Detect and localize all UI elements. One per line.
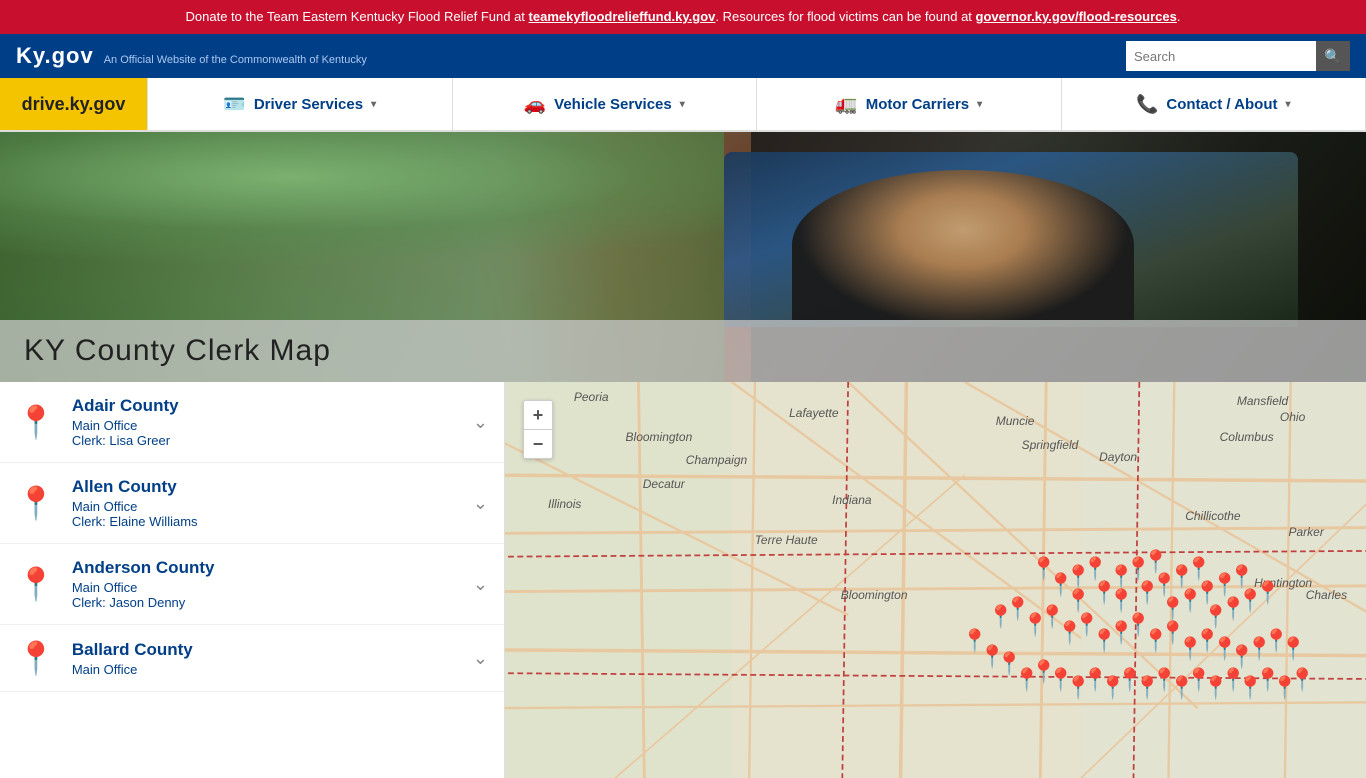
map-pin[interactable]: 📍 xyxy=(1254,580,1281,606)
driver-services-chevron: ▾ xyxy=(371,99,376,110)
nav-item-driver-services[interactable]: 🪪 Driver Services ▾ xyxy=(148,78,453,130)
county-sub1: Main Office xyxy=(72,580,465,595)
county-sub2: Clerk: Lisa Greer xyxy=(72,433,465,448)
county-item[interactable]: 📍 Adair County Main Office Clerk: Lisa G… xyxy=(0,382,504,463)
kygov-tagline: An Official Website of the Commonwealth … xyxy=(104,54,367,66)
map-pin[interactable]: 📍 xyxy=(1289,667,1316,693)
kygov-header-left: Ky.gov An Official Website of the Common… xyxy=(16,43,367,69)
map-city-label: Dayton xyxy=(1099,450,1137,464)
map-city-label: Bloomington xyxy=(841,588,908,602)
search-button[interactable]: 🔍 xyxy=(1316,41,1350,71)
contact-about-icon: 📞 xyxy=(1136,94,1158,115)
map-city-label: Parker xyxy=(1289,525,1324,539)
county-info: Ballard County Main Office xyxy=(72,640,465,677)
county-sub1: Main Office xyxy=(72,662,465,677)
map-city-label: Decatur xyxy=(643,477,685,491)
nav-item-vehicle-services-label: Vehicle Services xyxy=(554,96,672,113)
zoom-in-button[interactable]: + xyxy=(524,401,552,429)
county-name: Allen County xyxy=(72,477,465,497)
county-name: Adair County xyxy=(72,396,465,416)
map-city-label: Champaign xyxy=(686,453,747,467)
map-pin[interactable]: 📍 xyxy=(1185,556,1212,582)
hero-title: KY County Clerk Map xyxy=(24,334,1342,368)
kygov-header: Ky.gov An Official Website of the Common… xyxy=(0,34,1366,78)
main-content: 📍 Adair County Main Office Clerk: Lisa G… xyxy=(0,382,1366,778)
hero-title-area: KY County Clerk Map xyxy=(0,320,1366,382)
flood-banner-text-after: . xyxy=(1177,9,1181,24)
county-pin-icon: 📍 xyxy=(16,484,56,522)
map-city-label: Terre Haute xyxy=(755,533,818,547)
county-item[interactable]: 📍 Allen County Main Office Clerk: Elaine… xyxy=(0,463,504,544)
nav-item-motor-carriers-label: Motor Carriers xyxy=(866,96,969,113)
map-zoom-controls: + − xyxy=(523,400,553,459)
nav-items: 🪪 Driver Services ▾ 🚗 Vehicle Services ▾… xyxy=(148,78,1366,130)
map-pin[interactable]: 📍 xyxy=(1142,549,1169,575)
flood-relief-link[interactable]: teamekyfloodrelieffund.ky.gov xyxy=(529,9,716,24)
nav-item-contact-about-label: Contact / About xyxy=(1166,96,1277,113)
motor-carriers-icon: 🚛 xyxy=(835,94,857,115)
site-logo[interactable]: drive.ky.gov xyxy=(0,78,148,130)
map-city-label: Bloomington xyxy=(626,430,693,444)
map-city-label: Illinois xyxy=(548,497,581,511)
county-expand-chevron[interactable]: ⌄ xyxy=(473,493,488,514)
map-city-label: Lafayette xyxy=(789,406,838,420)
map-area: Peoria Mansfield Bloomington Lafayette Munci… xyxy=(505,382,1366,778)
county-name: Anderson County xyxy=(72,558,465,578)
vehicle-services-chevron: ▾ xyxy=(680,99,685,110)
kygov-logo[interactable]: Ky.gov xyxy=(16,43,94,69)
county-info: Adair County Main Office Clerk: Lisa Gre… xyxy=(72,396,465,448)
search-icon: 🔍 xyxy=(1324,48,1341,65)
nav-item-driver-services-label: Driver Services xyxy=(254,96,363,113)
map-pin[interactable]: 📍 xyxy=(1065,588,1092,614)
hero-tree xyxy=(0,132,724,282)
map-pin[interactable]: 📍 xyxy=(1228,564,1255,590)
nav-item-motor-carriers[interactable]: 🚛 Motor Carriers ▾ xyxy=(757,78,1062,130)
county-sub2: Clerk: Elaine Williams xyxy=(72,514,465,529)
county-item[interactable]: 📍 Ballard County Main Office ⌄ xyxy=(0,625,504,692)
nav-item-contact-about[interactable]: 📞 Contact / About ▾ xyxy=(1062,78,1366,130)
map-pin[interactable]: 📍 xyxy=(1108,588,1135,614)
hero-person xyxy=(792,170,1134,320)
county-pin-icon: 📍 xyxy=(16,639,56,677)
county-sub1: Main Office xyxy=(72,499,465,514)
county-sub1: Main Office xyxy=(72,418,465,433)
map-pin[interactable]: 📍 xyxy=(1280,636,1307,662)
map-city-label: Mansfield xyxy=(1237,394,1288,408)
vehicle-services-icon: 🚗 xyxy=(524,94,546,115)
motor-carriers-chevron: ▾ xyxy=(977,99,982,110)
map-city-label: Indiana xyxy=(832,493,871,507)
map-pin[interactable]: 📍 xyxy=(1082,556,1109,582)
governor-flood-link[interactable]: governor.ky.gov/flood-resources xyxy=(976,9,1177,24)
flood-banner: Donate to the Team Eastern Kentucky Floo… xyxy=(0,0,1366,34)
nav-item-vehicle-services[interactable]: 🚗 Vehicle Services ▾ xyxy=(453,78,758,130)
county-pin-icon: 📍 xyxy=(16,565,56,603)
county-pin-icon: 📍 xyxy=(16,403,56,441)
county-expand-chevron[interactable]: ⌄ xyxy=(473,412,488,433)
county-expand-chevron[interactable]: ⌄ xyxy=(473,648,488,669)
county-list: 📍 Adair County Main Office Clerk: Lisa G… xyxy=(0,382,505,778)
flood-banner-text-before: Donate to the Team Eastern Kentucky Floo… xyxy=(186,9,529,24)
map-city-label: Ohio xyxy=(1280,410,1305,424)
search-input[interactable] xyxy=(1126,41,1316,71)
map-city-label: Columbus xyxy=(1220,430,1274,444)
county-info: Anderson County Main Office Clerk: Jason… xyxy=(72,558,465,610)
driver-services-icon: 🪪 xyxy=(223,94,245,115)
county-sub2: Clerk: Jason Denny xyxy=(72,595,465,610)
county-item[interactable]: 📍 Anderson County Main Office Clerk: Jas… xyxy=(0,544,504,625)
map-city-label: Chillicothe xyxy=(1185,509,1240,523)
flood-banner-text-middle: . Resources for flood victims can be fou… xyxy=(715,9,975,24)
map-city-label: Peoria xyxy=(574,390,609,404)
search-wrapper: 🔍 xyxy=(1126,41,1350,71)
county-name: Ballard County xyxy=(72,640,465,660)
zoom-out-button[interactable]: − xyxy=(524,430,552,458)
county-expand-chevron[interactable]: ⌄ xyxy=(473,574,488,595)
site-nav: drive.ky.gov 🪪 Driver Services ▾ 🚗 Vehic… xyxy=(0,78,1366,132)
map-city-label: Springfield xyxy=(1022,438,1079,452)
contact-about-chevron: ▾ xyxy=(1285,99,1290,110)
county-info: Allen County Main Office Clerk: Elaine W… xyxy=(72,477,465,529)
map-city-label: Muncie xyxy=(996,414,1035,428)
hero: KY County Clerk Map xyxy=(0,132,1366,382)
